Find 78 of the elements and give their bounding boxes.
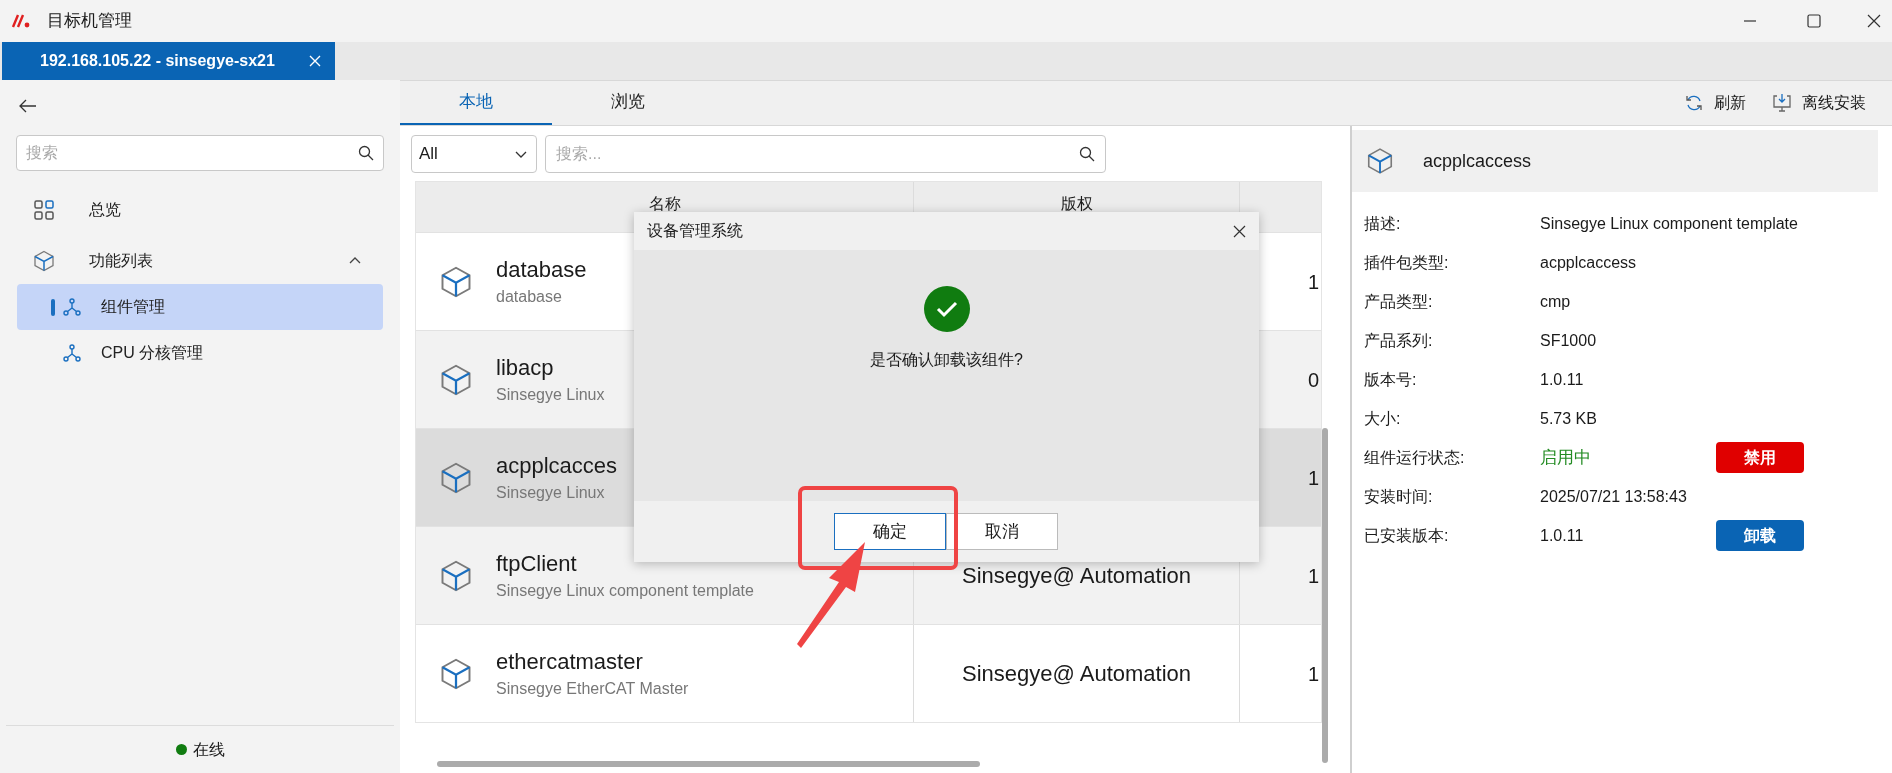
cube-icon xyxy=(1365,146,1395,176)
field-value: Sinsegye Linux component template xyxy=(1540,213,1798,234)
action-button[interactable]: 卸载 xyxy=(1716,520,1804,551)
selection-bar xyxy=(51,299,55,316)
item-label: 组件管理 xyxy=(101,297,165,317)
toolbar-button[interactable]: 离线安装 xyxy=(1772,91,1866,115)
field-value: cmp xyxy=(1540,291,1572,312)
search-icon xyxy=(358,145,374,161)
field-label: 插件包类型: xyxy=(1364,252,1450,273)
dialog-button[interactable]: 取消 xyxy=(946,513,1058,550)
field-label: 组件运行状态: xyxy=(1364,447,1466,468)
field-label: 大小: xyxy=(1364,408,1402,429)
column-header: 名称 xyxy=(648,194,681,214)
sidebar-item[interactable]: CPU 分核管理 xyxy=(17,330,383,376)
field-value: 2025/07/21 13:58:43 xyxy=(1540,486,1688,507)
close-icon[interactable] xyxy=(1233,224,1246,238)
dialog-button[interactable]: 确定 xyxy=(834,513,946,550)
toolbar-button[interactable]: 刷新 xyxy=(1684,91,1746,115)
component-description: Sinsegye Linux component template xyxy=(496,580,754,601)
table-row[interactable]: ethercatmaster Sinsegye EtherCAT Master Sinsegye@ Automation 1 xyxy=(416,624,1321,722)
field-value: 启用中 xyxy=(1540,446,1592,469)
details-title: acpplcaccess xyxy=(1423,149,1532,173)
field-label: 版本号: xyxy=(1364,369,1418,390)
grid-icon xyxy=(32,198,56,222)
table-cell-text: 1 xyxy=(1308,661,1320,687)
item-label: CPU 分核管理 xyxy=(101,343,204,363)
cube-icon xyxy=(32,249,56,273)
component-description: Sinsegye Linux xyxy=(496,482,606,503)
window-title: 目标机管理 xyxy=(47,10,132,33)
component-name: ftpClient xyxy=(496,549,578,578)
table-cell-text: 0 xyxy=(1308,367,1320,393)
component-name: database xyxy=(496,255,587,284)
component-name: acpplcacces xyxy=(496,451,618,480)
dialog-message: 是否确认卸载该组件? xyxy=(870,350,1023,370)
table-cell-text: Sinsegye@ Automation xyxy=(962,660,1191,688)
field-value: 5.73 KB xyxy=(1540,408,1598,429)
component-name: ethercatmaster xyxy=(496,647,644,676)
success-check-icon xyxy=(923,286,970,332)
close-icon[interactable] xyxy=(1867,14,1881,28)
field-label: 产品系列: xyxy=(1364,330,1434,351)
category-dropdown[interactable]: All xyxy=(411,135,537,173)
field-label: 已安装版本: xyxy=(1364,525,1450,546)
nodes-icon xyxy=(62,343,82,363)
component-description: database xyxy=(496,286,563,307)
table-cell-text: 1 xyxy=(1308,269,1320,295)
horizontal-scrollbar[interactable] xyxy=(437,761,980,767)
table-cell-text: 1 xyxy=(1308,465,1320,491)
back-arrow-icon[interactable] xyxy=(19,99,37,113)
dialog-title: 设备管理系统 xyxy=(647,221,743,241)
nodes-icon xyxy=(62,297,82,317)
column-header: 版权 xyxy=(1060,194,1093,214)
field-value: SF1000 xyxy=(1540,330,1598,351)
vertical-scrollbar[interactable] xyxy=(1322,428,1328,763)
item-label: 总览 xyxy=(89,200,121,220)
refresh-icon xyxy=(1684,93,1704,113)
component-description: Sinsegye EtherCAT Master xyxy=(496,678,689,699)
field-value: 1.0.11 xyxy=(1540,525,1585,546)
action-button[interactable]: 禁用 xyxy=(1716,442,1804,473)
search-icon xyxy=(1079,146,1095,162)
component-description: Sinsegye Linux xyxy=(496,384,605,405)
field-label: 安装时间: xyxy=(1364,486,1434,507)
session-tab[interactable]: 192.168.105.22 - sinsegye-sx21 xyxy=(2,42,335,80)
maximize-icon[interactable] xyxy=(1807,14,1821,28)
item-label: 功能列表 xyxy=(89,251,153,271)
component-name: libacp xyxy=(496,353,555,382)
field-label: 产品类型: xyxy=(1364,291,1434,312)
table-cell-text: 1 xyxy=(1308,563,1320,589)
status-label: 在线 xyxy=(192,739,225,760)
field-value: 1.0.11 xyxy=(1540,369,1585,390)
sidebar-item[interactable]: 功能列表 xyxy=(17,238,383,284)
sidebar-item[interactable]: 总览 xyxy=(17,187,383,233)
table-cell-text: Sinsegye@ Automation xyxy=(962,562,1191,590)
view-tab[interactable]: 浏览 xyxy=(552,81,704,125)
sidebar-item[interactable]: 组件管理 xyxy=(17,284,383,330)
view-tab[interactable]: 本地 xyxy=(400,81,552,125)
field-label: 描述: xyxy=(1364,213,1402,234)
download-monitor-icon xyxy=(1772,93,1792,113)
field-value: acpplcaccess xyxy=(1540,252,1638,273)
